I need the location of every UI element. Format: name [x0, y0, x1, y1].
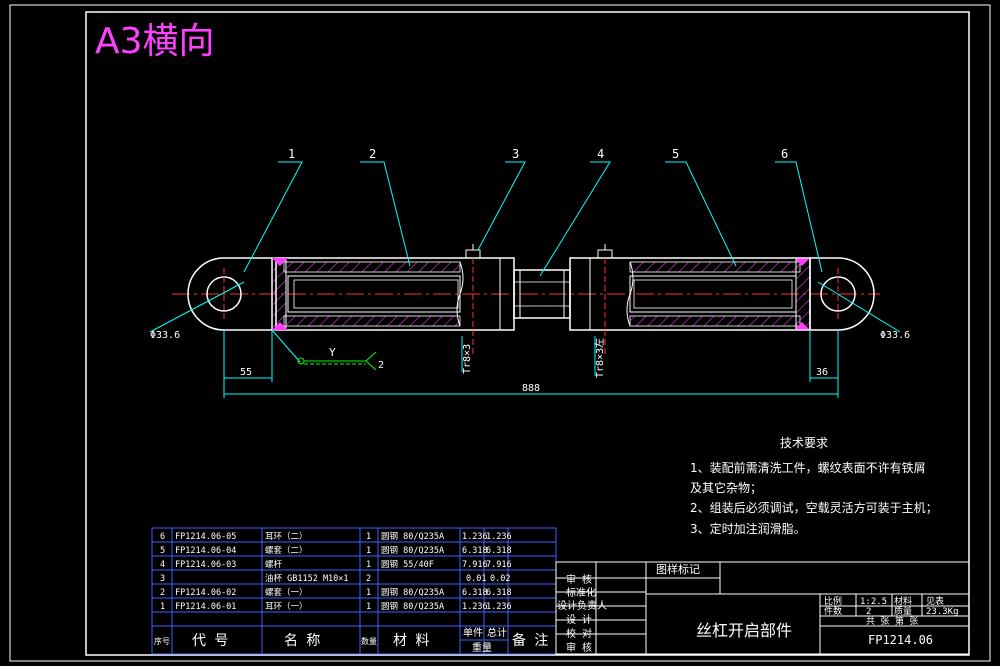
bom-row-5-no: 2 — [160, 588, 165, 598]
tb-drawing-number: FP1214.06 — [868, 633, 933, 647]
balloon-6: 6 — [781, 147, 788, 161]
tb-count-label: 件数 — [824, 605, 842, 617]
bom-row-4-qty: 2 — [366, 574, 371, 584]
tb-role-4: 设 计 — [566, 613, 592, 626]
dimension-lines — [149, 281, 901, 398]
bom-row-6-no: 1 — [160, 602, 165, 612]
bom-row-2-mat: 圆钢 80/Q235A — [381, 545, 444, 556]
tb-role-5: 校 对 — [566, 627, 592, 640]
tech-req-line-2: 及其它杂物； — [690, 480, 762, 495]
bom-row-2-name: 螺套（二） — [265, 545, 308, 556]
balloon-2: 2 — [369, 147, 376, 161]
dim-left-diameter: Φ33.6 — [150, 330, 180, 341]
bom-row-1-no: 6 — [160, 532, 165, 542]
bom-header-material: 材 料 — [393, 633, 429, 649]
dim-right-length: 36 — [816, 367, 828, 378]
part-sleeve-2 — [569, 244, 811, 356]
bom-row-1-w1: 1.236 — [462, 532, 488, 542]
balloon-5: 5 — [672, 147, 679, 161]
dim-right-diameter: Φ33.6 — [880, 330, 910, 341]
weld-symbol — [297, 351, 377, 371]
bom-row-3-qty: 1 — [366, 560, 371, 570]
bom-row-5-code: FP1214.06-02 — [175, 588, 236, 598]
bom-header-qty: 数量 — [361, 636, 377, 646]
bom-header-code: 代 号 — [192, 633, 228, 649]
tb-scale: 1:2.5 — [860, 597, 887, 607]
tb-material-label: 材料 — [894, 595, 912, 607]
bom-row-3-w1: 7.916 — [462, 560, 488, 570]
balloon-3: 3 — [512, 147, 519, 161]
tb-count: 2 — [866, 607, 871, 617]
tb-drawing-mark-label: 图样标记 — [656, 562, 700, 576]
bom-row-4-no: 3 — [160, 574, 165, 584]
tb-material: 见表 — [926, 595, 944, 607]
bom-header-no: 序号 — [154, 636, 170, 646]
tb-sheet-label: 共 张 第 张 — [866, 615, 918, 627]
cad-drawing: A3横向 1 2 3 4 5 6 Φ33.6 Φ33.6 55 36 888 T… — [9, 4, 991, 662]
bom-row-2-code: FP1214.06-04 — [175, 546, 236, 556]
bom-header-name: 名 称 — [284, 633, 320, 649]
bom-row-3-mat: 圆钢 55/40F — [381, 559, 434, 570]
bom-row-3-code: FP1214.06-03 — [175, 560, 236, 570]
bom-row-1-mat: 圆钢 80/Q235A — [381, 531, 444, 542]
tb-drawing-name: 丝杠开启部件 — [696, 621, 792, 640]
dim-left-length: 55 — [240, 367, 252, 378]
bom-row-6-mat: 圆钢 80/Q235A — [381, 601, 444, 612]
bom-rows: 6 FP1214.06-05 耳环（二） 1 圆钢 80/Q235A 1.236… — [160, 531, 512, 612]
bom-row-2-w1: 6.318 — [462, 546, 488, 556]
dim-total-length: 888 — [522, 383, 540, 394]
bom-row-6-qty: 1 — [366, 602, 371, 612]
bom-row-5-w1: 6.318 — [462, 588, 488, 598]
dim-thread-right: Tr8×3左 — [593, 338, 606, 378]
bom-row-2-qty: 1 — [366, 546, 371, 556]
tech-req-line-4: 3、定时加注润滑脂。 — [690, 521, 806, 536]
sheet-inner-border — [85, 11, 970, 656]
tb-role-2: 标准化 — [566, 586, 596, 599]
bom-row-6-name: 耳环（一） — [265, 601, 308, 612]
tech-req-line-3: 2、组装后必须调试，空载灵活方可装于主机； — [690, 500, 938, 515]
bom-row-2-w2: 6.318 — [486, 546, 512, 556]
bom-header-weight: 重量 — [472, 641, 492, 654]
bom-row-1-w2: 1.236 — [486, 532, 512, 542]
bom-row-5-qty: 1 — [366, 588, 371, 598]
tb-scale-label: 比例 — [824, 595, 842, 607]
bom-row-1-name: 耳环（二） — [265, 531, 308, 542]
bom-row-5-mat: 圆钢 80/Q235A — [381, 587, 444, 598]
tb-role-6: 审 核 — [566, 641, 592, 654]
leader-lines — [243, 161, 823, 277]
part-sleeve-1 — [272, 244, 515, 356]
title-block-text: 审 核 标准化 设计负责人 设 计 校 对 审 核 图样标记 丝杠开启部件 比例… — [557, 562, 959, 654]
weld-symbol-label: Y — [329, 346, 336, 359]
tb-weight-label: 质量 — [894, 605, 912, 617]
bom-row-3-w2: 7.916 — [486, 560, 512, 570]
bom-row-1-qty: 1 — [366, 532, 371, 542]
bom-row-6-w1: 1.236 — [462, 602, 488, 612]
weld-symbol-number: 2 — [378, 360, 384, 371]
balloon-4: 4 — [597, 147, 604, 161]
balloon-1: 1 — [288, 147, 295, 161]
bom-row-4-name: 油杯 GB1152 M10×1 — [265, 573, 349, 584]
bom-row-6-w2: 1.236 — [486, 602, 512, 612]
bom-row-1-code: FP1214.06-05 — [175, 532, 236, 542]
tech-req-line-1: 1、装配前需清洗工件，螺纹表面不许有铁屑 — [690, 460, 926, 475]
bom-header-remark: 备 注 — [512, 632, 548, 649]
sheet-format-title: A3横向 — [95, 21, 215, 62]
bom-header-total: 总计 — [487, 626, 507, 639]
bom-row-6-code: FP1214.06-01 — [175, 602, 236, 612]
bom-row-5-name: 螺套（一） — [265, 587, 308, 598]
bom-row-4-w2: 0.02 — [490, 574, 510, 584]
bom-row-2-no: 5 — [160, 546, 165, 556]
tb-role-3: 设计负责人 — [557, 599, 607, 612]
dim-thread-left: Tr8×3 — [462, 344, 473, 374]
tb-role-1: 审 核 — [566, 573, 592, 586]
bom-header-single: 单件 — [463, 627, 483, 639]
tech-req-title: 技术要求 — [780, 436, 828, 450]
tb-weight: 23.3Kg — [926, 607, 959, 617]
bom-row-3-name: 螺杆 — [265, 559, 283, 570]
bom-row-4-w1: 0.01 — [466, 574, 486, 584]
bom-row-5-w2: 6.318 — [486, 588, 512, 598]
bom-row-3-no: 4 — [160, 560, 165, 570]
